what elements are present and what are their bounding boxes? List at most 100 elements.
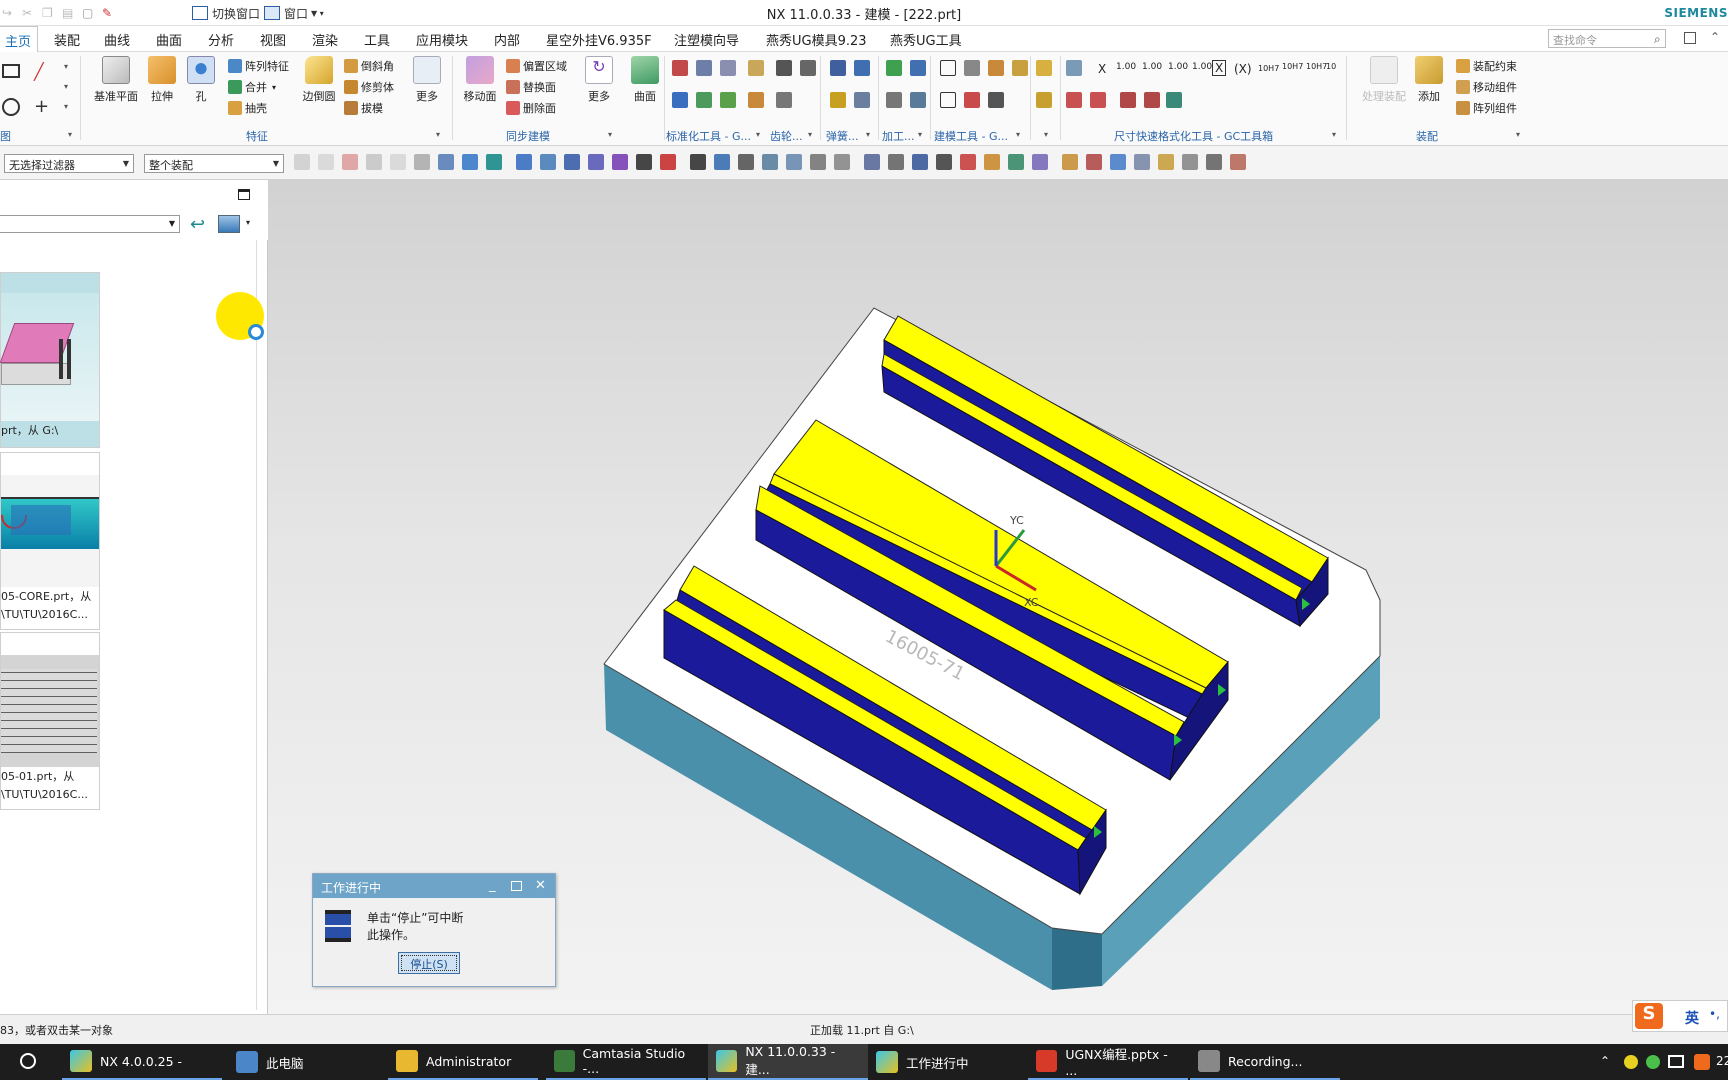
dimension-tool-icon[interactable] — [1066, 92, 1082, 108]
dim-tolerance-button[interactable]: 10H7 — [1282, 62, 1303, 71]
spring-icon[interactable] — [854, 60, 870, 76]
snap-tool-icon[interactable] — [1230, 154, 1246, 170]
snap-tool-icon[interactable] — [486, 154, 502, 170]
chevron-down-icon[interactable]: ▾ — [1332, 130, 1336, 139]
clock[interactable]: 22 — [1716, 1054, 1728, 1068]
snap-tool-icon[interactable] — [1008, 154, 1024, 170]
dimension-tool-icon[interactable] — [1090, 92, 1106, 108]
dim-tolerance-button[interactable]: 10 — [1326, 62, 1336, 71]
tab-applications[interactable]: 应用模块 — [416, 30, 468, 49]
assembly-constraint-button[interactable]: 装配约束 — [1456, 58, 1517, 74]
standard-tool-icon[interactable] — [696, 92, 712, 108]
modeling-tool-icon[interactable] — [964, 60, 980, 76]
taskbar-item-this-pc[interactable]: 此电脑 — [228, 1044, 378, 1080]
standard-tool-icon[interactable] — [748, 60, 764, 76]
taskbar-item-nx4[interactable]: NX 4.0.0.25 - — [62, 1044, 222, 1080]
chevron-down-icon[interactable]: ▾ — [64, 102, 68, 111]
snap-tool-icon[interactable] — [540, 154, 556, 170]
tab-mold-wizard[interactable]: 注塑模向导 — [674, 30, 739, 49]
tray-app-icon[interactable] — [1624, 1055, 1638, 1069]
extrude-button[interactable]: 拉伸 — [146, 56, 178, 104]
move-component-button[interactable]: 移动组件 — [1456, 79, 1517, 95]
history-item[interactable]: 05-CORE.prt，从 \TU\TU\2016C... — [0, 452, 100, 630]
rectangle-icon[interactable] — [2, 64, 20, 78]
snap-tool-icon[interactable] — [438, 154, 454, 170]
snap-tool-icon[interactable] — [786, 154, 802, 170]
machining-tool-icon[interactable] — [910, 60, 926, 76]
chamfer-button[interactable]: 倒斜角 — [344, 58, 394, 74]
machining-tool-icon[interactable] — [886, 92, 902, 108]
tab-curve[interactable]: 曲线 — [104, 30, 130, 49]
taskbar-item-recording[interactable]: Recording... — [1190, 1044, 1340, 1080]
pattern-component-button[interactable]: 阵列组件 — [1456, 100, 1517, 116]
delete-face-button[interactable]: 删除面 — [506, 100, 556, 116]
ime-toolbar[interactable]: S 英 •, — [1632, 1000, 1728, 1032]
circle-icon[interactable] — [2, 98, 20, 116]
type-filter-dropdown[interactable]: 无选择过滤器 ▼ — [4, 154, 134, 173]
dimension-tool-icon[interactable] — [1144, 92, 1160, 108]
modeling-tool-icon[interactable] — [1012, 60, 1028, 76]
hole-button[interactable]: 孔 — [186, 56, 216, 104]
chevron-down-icon[interactable]: ▾ — [756, 130, 760, 139]
edge-blend-button[interactable]: 边倒圆 — [300, 56, 338, 104]
surface-button[interactable]: 曲面 — [628, 56, 662, 104]
snap-tool-icon[interactable] — [318, 154, 334, 170]
snap-tool-icon[interactable] — [690, 154, 706, 170]
snap-tool-icon[interactable] — [810, 154, 826, 170]
search-icon[interactable]: ⌕ — [1654, 32, 1661, 47]
chevron-down-icon[interactable]: ▾ — [436, 130, 440, 139]
gear-icon[interactable] — [776, 92, 792, 108]
maximize-icon[interactable] — [511, 881, 522, 891]
snap-tool-icon[interactable] — [462, 154, 478, 170]
point-icon[interactable]: + — [34, 96, 50, 117]
snap-tool-icon[interactable] — [1206, 154, 1222, 170]
modeling-tool-icon[interactable] — [940, 60, 956, 76]
spring-icon[interactable] — [830, 92, 846, 108]
gc-tool-icon[interactable] — [1036, 60, 1052, 76]
chevron-down-icon[interactable]: ▾ — [1516, 130, 1520, 139]
line-icon[interactable]: ╱ — [34, 62, 50, 81]
collapse-ribbon-icon[interactable]: ⌃ — [1710, 30, 1720, 44]
chevron-down-icon[interactable]: ▾ — [866, 130, 870, 139]
chevron-down-icon[interactable]: ▾ — [68, 130, 72, 139]
process-assembly-button[interactable]: 处理装配 — [1356, 56, 1412, 104]
standard-tool-icon[interactable] — [672, 60, 688, 76]
spring-icon[interactable] — [830, 60, 846, 76]
replace-face-button[interactable]: 替换面 — [506, 79, 556, 95]
add-component-button[interactable]: 添加 — [1414, 56, 1444, 104]
history-item[interactable]: prt，从 G:\ — [0, 272, 100, 448]
snap-tool-icon[interactable] — [834, 154, 850, 170]
snap-tool-icon[interactable] — [414, 154, 430, 170]
datum-plane-button[interactable]: 基准平面 — [90, 56, 142, 104]
dim-format-button[interactable]: 1.00 — [1142, 62, 1162, 72]
tab-yanxiu-mold[interactable]: 燕秀UG模具9.23 — [766, 30, 867, 49]
dim-tolerance-button[interactable]: 10H7 — [1306, 62, 1327, 71]
move-face-button[interactable]: 移动面 — [462, 56, 498, 104]
snap-tool-icon[interactable] — [1032, 154, 1048, 170]
dim-format-button[interactable]: 1.00 — [1168, 62, 1188, 72]
sogou-tray-icon[interactable] — [1694, 1054, 1710, 1070]
tab-internal[interactable]: 内部 — [494, 30, 520, 49]
snap-tool-icon[interactable] — [294, 154, 310, 170]
shell-button[interactable]: 抽壳 — [228, 100, 267, 116]
feature-more-button[interactable]: 更多 — [412, 56, 442, 104]
tray-app-icon[interactable] — [1646, 1055, 1660, 1069]
tab-analysis[interactable]: 分析 — [208, 30, 234, 49]
draft-button[interactable]: 拔模 — [344, 100, 383, 116]
snap-tool-icon[interactable] — [636, 154, 652, 170]
snap-tool-icon[interactable] — [984, 154, 1000, 170]
tab-home[interactable]: 主页 — [0, 26, 39, 52]
chevron-down-icon[interactable]: ▾ — [918, 130, 922, 139]
ribbon-options-icon[interactable] — [1684, 32, 1696, 44]
snap-tool-icon[interactable] — [888, 154, 904, 170]
modeling-tool-icon[interactable] — [988, 60, 1004, 76]
tab-render[interactable]: 渲染 — [312, 30, 338, 49]
standard-tool-icon[interactable] — [672, 92, 688, 108]
snap-tool-icon[interactable] — [864, 154, 880, 170]
dim-tolerance-button[interactable]: 10H7 — [1258, 64, 1279, 73]
tab-assembly[interactable]: 装配 — [54, 30, 80, 49]
standard-tool-icon[interactable] — [748, 92, 764, 108]
base-plate-front[interactable] — [1052, 928, 1102, 990]
snap-tool-icon[interactable] — [564, 154, 580, 170]
chevron-down-icon[interactable]: ▾ — [1016, 130, 1020, 139]
